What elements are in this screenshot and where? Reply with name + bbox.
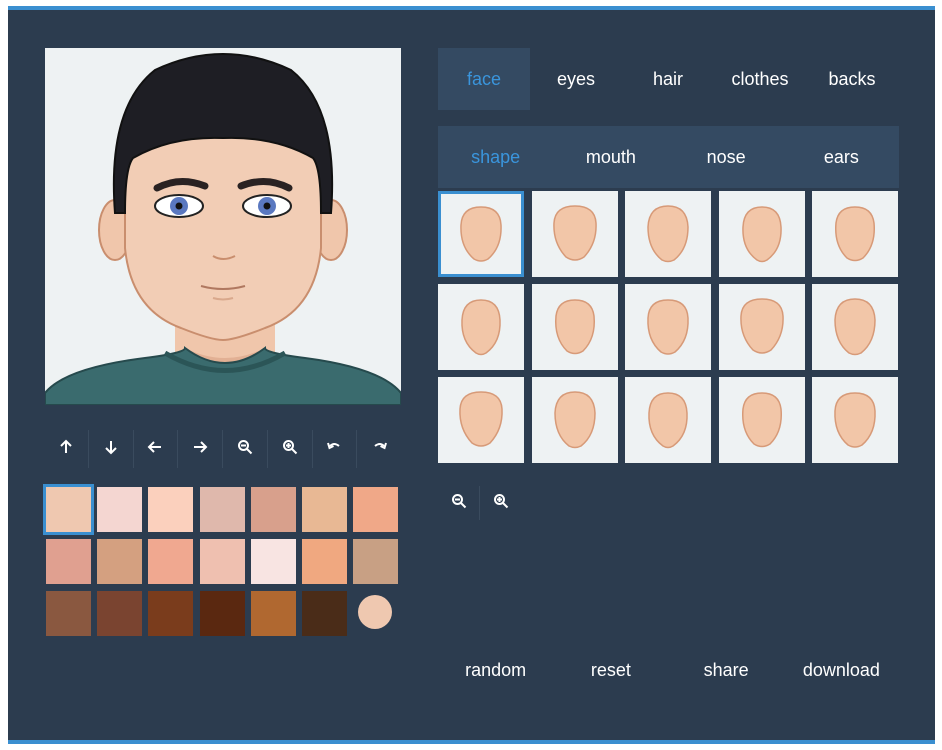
skin-color-swatch[interactable] (97, 539, 143, 584)
action-bar: random reset share download (438, 650, 899, 690)
zoom-in-icon (282, 439, 298, 460)
arrow-right-button[interactable] (178, 430, 223, 468)
redo-button[interactable] (357, 430, 402, 468)
zoom-out-button[interactable] (223, 430, 268, 468)
arrow-up-icon (58, 439, 74, 460)
face-shape-icon (460, 206, 502, 262)
face-shape-option[interactable] (531, 377, 618, 463)
face-shape-icon (739, 298, 784, 354)
avatar-image (45, 53, 401, 405)
face-shape-option[interactable] (438, 284, 524, 370)
face-shape-icon (461, 299, 501, 356)
arrow-left-icon (147, 439, 163, 460)
zoom-in-icon (493, 493, 509, 514)
skin-color-swatch[interactable] (148, 591, 194, 636)
face-shape-option[interactable] (438, 191, 524, 277)
skin-color-swatch[interactable] (148, 487, 194, 532)
skin-color-swatch[interactable] (97, 591, 143, 636)
avatar-toolbar (44, 430, 402, 468)
face-subcategory-tabs: shape mouth nose ears (438, 126, 899, 188)
arrow-right-icon (192, 439, 208, 460)
skin-color-swatch[interactable] (46, 591, 91, 636)
undo-icon (326, 439, 342, 460)
grid-zoom-controls (438, 486, 522, 520)
zoom-out-icon (451, 493, 467, 514)
face-shape-option[interactable] (625, 284, 711, 370)
face-shape-option[interactable] (531, 284, 618, 370)
face-shape-icon (648, 392, 688, 449)
avatar-preview (45, 48, 401, 405)
face-shape-icon (741, 206, 782, 263)
skin-color-swatch[interactable] (302, 487, 347, 532)
face-shape-option[interactable] (718, 284, 805, 370)
skin-color-swatch[interactable] (199, 539, 245, 584)
category-tabs: face eyes hair clothes backs (438, 48, 898, 110)
download-button[interactable]: download (784, 650, 899, 690)
tab-hair[interactable]: hair (622, 48, 714, 110)
random-button[interactable]: random (438, 650, 553, 690)
face-shape-option[interactable] (625, 191, 711, 277)
face-shape-option[interactable] (812, 284, 898, 370)
face-shape-icon (459, 391, 503, 447)
face-shape-option[interactable] (531, 191, 618, 277)
face-shape-icon (553, 391, 596, 449)
face-shape-icon (741, 392, 782, 448)
subtab-shape[interactable]: shape (438, 126, 553, 188)
subtab-ears[interactable]: ears (784, 126, 899, 188)
redo-icon (372, 439, 388, 460)
face-shape-option[interactable] (812, 377, 898, 463)
skin-color-swatch[interactable] (250, 487, 296, 532)
arrow-up-button[interactable] (44, 430, 89, 468)
skin-color-swatch[interactable] (302, 591, 347, 636)
face-shape-icon (834, 298, 876, 356)
face-shape-grid (438, 191, 899, 467)
share-button[interactable]: share (669, 650, 784, 690)
tab-backs[interactable]: backs (806, 48, 898, 110)
face-shape-icon (647, 299, 689, 355)
tab-clothes[interactable]: clothes (714, 48, 806, 110)
reset-button[interactable]: reset (553, 650, 668, 690)
zoom-out-icon (237, 439, 253, 460)
skin-color-swatch[interactable] (199, 487, 245, 532)
skin-color-swatch[interactable] (46, 539, 91, 584)
arrow-left-button[interactable] (134, 430, 179, 468)
skin-color-swatch[interactable] (353, 487, 399, 532)
face-shape-icon (834, 206, 876, 262)
skin-color-swatch[interactable] (43, 484, 94, 535)
face-shape-option[interactable] (625, 377, 711, 463)
skin-color-swatch[interactable] (199, 591, 245, 636)
subtab-mouth[interactable]: mouth (553, 126, 668, 188)
face-shape-option[interactable] (812, 191, 898, 277)
skin-color-swatch[interactable] (148, 539, 194, 584)
subtab-nose[interactable]: nose (669, 126, 784, 188)
arrow-down-button[interactable] (89, 430, 134, 468)
face-shape-icon (834, 392, 876, 448)
face-shape-option[interactable] (718, 191, 805, 277)
current-color-indicator[interactable] (358, 595, 393, 629)
tab-face[interactable]: face (438, 48, 530, 110)
face-shape-option[interactable] (438, 377, 524, 463)
face-shape-option[interactable] (718, 377, 805, 463)
skin-color-swatch[interactable] (250, 539, 296, 584)
skin-color-swatch[interactable] (353, 539, 399, 584)
arrow-down-icon (103, 439, 119, 460)
skin-color-swatch[interactable] (302, 539, 347, 584)
zoom-in-button[interactable] (268, 430, 313, 468)
face-shape-icon (554, 299, 595, 355)
skin-color-swatch[interactable] (97, 487, 143, 532)
tab-eyes[interactable]: eyes (530, 48, 622, 110)
grid-zoom-in-button[interactable] (480, 486, 522, 520)
undo-button[interactable] (313, 430, 358, 468)
face-shape-icon (647, 205, 689, 263)
grid-zoom-out-button[interactable] (438, 486, 480, 520)
skin-color-swatch[interactable] (250, 591, 296, 636)
avatar-maker-app: face eyes hair clothes backs shape mouth nose e… (8, 6, 935, 744)
face-shape-icon (552, 205, 597, 261)
